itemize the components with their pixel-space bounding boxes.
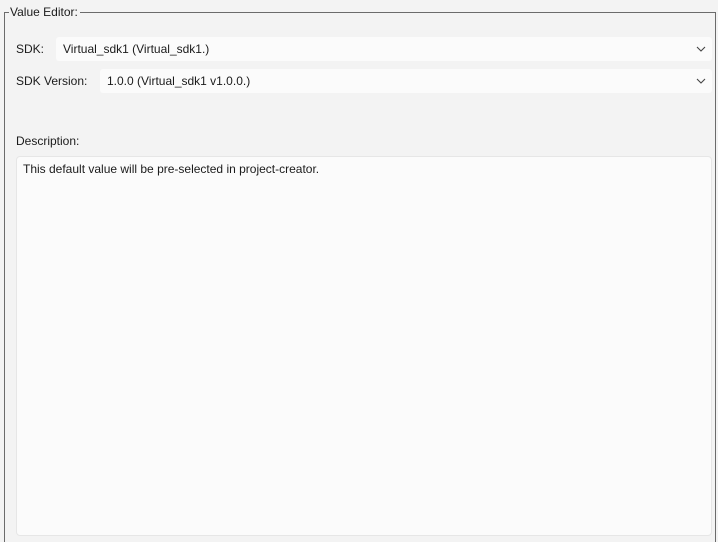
chevron-down-icon [696, 46, 706, 52]
chevron-down-icon [696, 78, 706, 84]
description-label: Description: [16, 134, 80, 148]
sdk-dropdown[interactable]: Virtual_sdk1 (Virtual_sdk1.) [56, 37, 712, 61]
value-editor-title: Value Editor: [9, 5, 80, 19]
description-textarea[interactable]: This default value will be pre-selected … [16, 156, 712, 536]
sdk-selected-value: Virtual_sdk1 (Virtual_sdk1.) [63, 42, 210, 56]
sdk-version-dropdown[interactable]: 1.0.0 (Virtual_sdk1 v1.0.0.) [100, 69, 712, 93]
sdk-version-selected-value: 1.0.0 (Virtual_sdk1 v1.0.0.) [107, 74, 251, 88]
sdk-version-label: SDK Version: [16, 74, 88, 88]
sdk-label: SDK: [16, 42, 45, 56]
